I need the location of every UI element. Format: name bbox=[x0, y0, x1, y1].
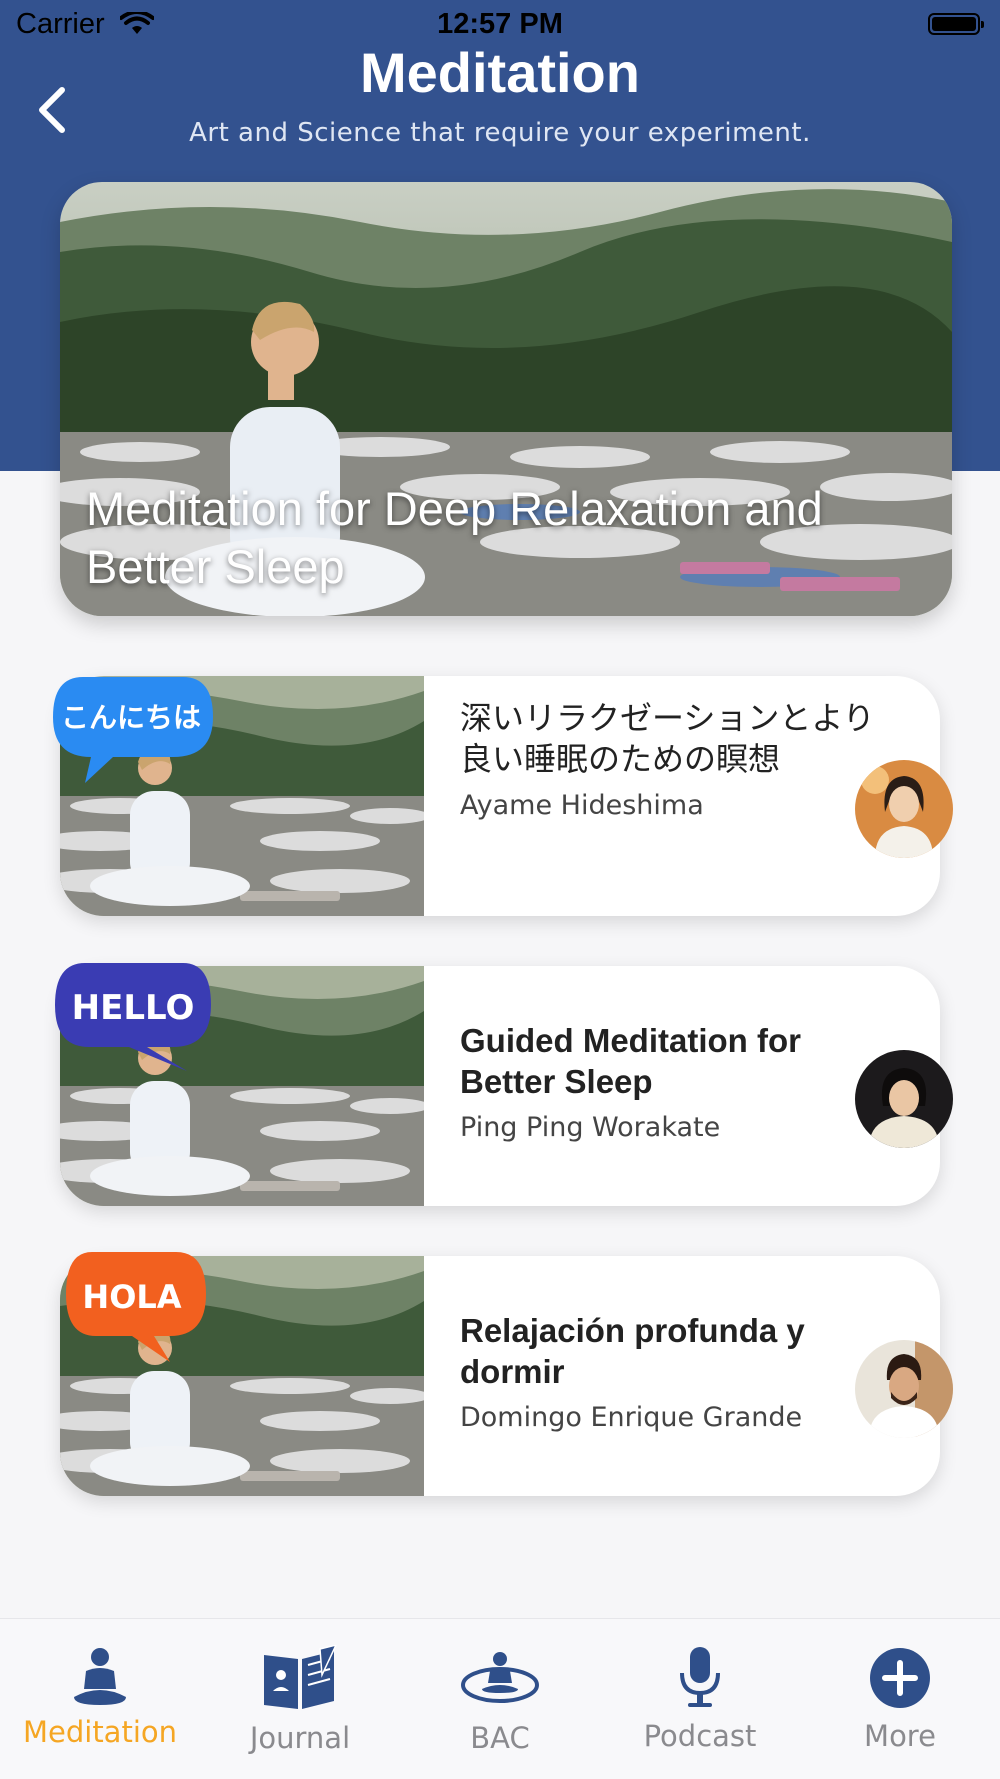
page-title: Meditation bbox=[360, 41, 640, 104]
speech-bubble-icon: HELLO bbox=[55, 963, 211, 1071]
podcast-icon bbox=[680, 1647, 720, 1707]
tab-label: Journal bbox=[249, 1721, 351, 1755]
session-card-japanese[interactable]: こんにちは 深いリラクゼーションとより良い睡眠のための瞑想 Ayame Hide… bbox=[53, 676, 953, 916]
page-subtitle: Art and Science that require your experi… bbox=[189, 118, 811, 148]
tab-label: BAC bbox=[470, 1721, 530, 1755]
speech-bubble-icon: こんにちは bbox=[53, 677, 213, 783]
session-card-spanish[interactable]: HOLA Relajación profunda y dormir Doming… bbox=[60, 1252, 953, 1496]
featured-session-card[interactable]: Meditation for Deep Relaxation and Bette… bbox=[60, 182, 952, 616]
tab-podcast[interactable]: Podcast bbox=[600, 1619, 800, 1779]
tab-bac[interactable]: BAC bbox=[400, 1619, 600, 1779]
card-text: Relajación profunda y dormir Domingo Enr… bbox=[460, 1310, 900, 1433]
bubble-text: HELLO bbox=[72, 988, 195, 1028]
avatar bbox=[855, 760, 953, 858]
meditation-icon bbox=[74, 1648, 126, 1705]
card-author: Domingo Enrique Grande bbox=[460, 1402, 803, 1433]
tab-bar: Meditation Journal BAC Podcast More bbox=[0, 1618, 1000, 1779]
status-time: 12:57 PM bbox=[437, 8, 563, 40]
avatar bbox=[855, 1340, 953, 1438]
card-title: Guided Meditation for Better Sleep bbox=[460, 1022, 801, 1100]
bubble-text: こんにちは bbox=[61, 701, 201, 734]
more-icon bbox=[870, 1648, 930, 1708]
card-title: Relajación profunda y dormir bbox=[460, 1312, 805, 1390]
avatar bbox=[855, 1050, 953, 1148]
tab-label: Podcast bbox=[643, 1719, 757, 1753]
tab-label: More bbox=[864, 1719, 936, 1753]
card-title: 深いリラクゼーションとより良い睡眠のための瞑想 bbox=[460, 699, 875, 778]
card-author: Ping Ping Worakate bbox=[460, 1112, 721, 1143]
tab-meditation[interactable]: Meditation bbox=[0, 1619, 200, 1779]
card-text: 深いリラクゼーションとより良い睡眠のための瞑想 Ayame Hideshima bbox=[460, 698, 900, 821]
battery-icon bbox=[928, 13, 984, 35]
card-text: Guided Meditation for Better Sleep Ping … bbox=[460, 1020, 900, 1143]
bac-icon bbox=[461, 1652, 539, 1703]
tab-more[interactable]: More bbox=[800, 1619, 1000, 1779]
session-card-english[interactable]: HELLO Guided Meditation for Better Sleep… bbox=[55, 963, 953, 1206]
journal-icon bbox=[264, 1645, 337, 1709]
tab-label: Meditation bbox=[22, 1715, 178, 1749]
tab-journal[interactable]: Journal bbox=[200, 1619, 400, 1779]
card-author: Ayame Hideshima bbox=[460, 790, 704, 821]
bubble-text: HOLA bbox=[82, 1278, 181, 1316]
hero-title: Meditation for Deep Relaxation and Bette… bbox=[86, 482, 823, 593]
speech-bubble-icon: HOLA bbox=[66, 1252, 206, 1362]
